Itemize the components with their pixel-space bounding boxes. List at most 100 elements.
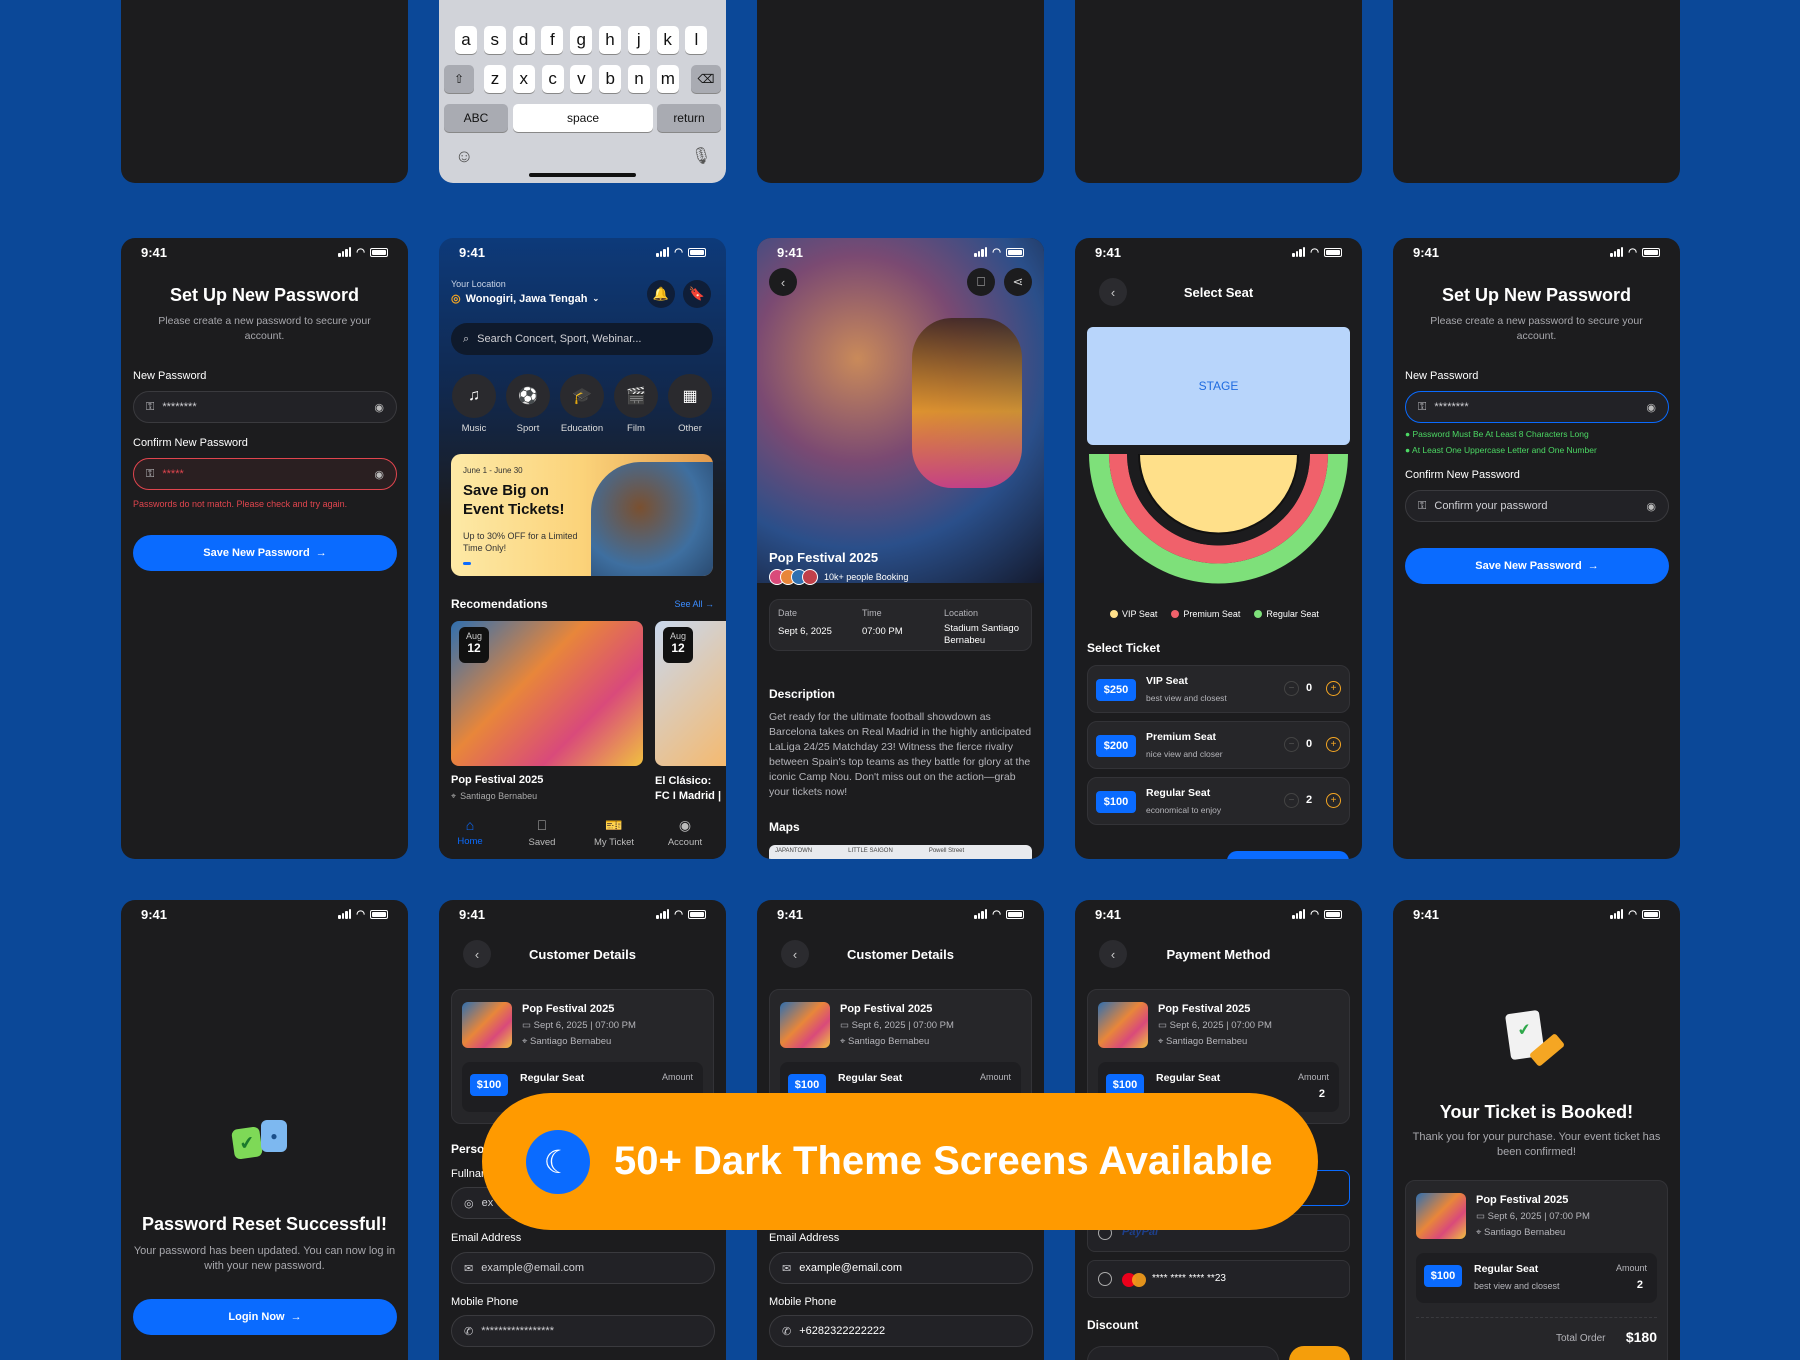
eye-icon[interactable]: ◉ (1646, 500, 1656, 513)
eye-icon[interactable]: ◉ (374, 401, 384, 414)
key-d[interactable]: d (512, 26, 535, 54)
ticket-option[interactable]: $200 Premium Seat nice view and closer −0 + (1087, 721, 1350, 769)
booking-count: 10k+ people Booking (824, 572, 909, 582)
key-m[interactable]: m (656, 65, 679, 93)
password-rule-2-text: At Least One Uppercase Letter and One Nu… (1412, 445, 1597, 455)
key-a[interactable]: a (455, 26, 477, 54)
location-value: Stadium Santiago Bernabeu (944, 623, 1019, 646)
nav-label: Account (667, 837, 703, 848)
map-preview[interactable]: JAPANTOWN LITTLE SAIGON Powell Street (769, 845, 1032, 859)
reset-success-screen: 9:41 ◠ ✔ ● Password Reset Successful! You… (121, 900, 408, 1360)
return-key[interactable]: return (657, 104, 721, 132)
recommendations-title: Recomendations (451, 597, 548, 611)
key-z[interactable]: z (484, 65, 506, 93)
status-bar: 9:41 ◠ (121, 906, 408, 922)
key-k[interactable]: k (656, 26, 679, 54)
nav-account[interactable]: ◉ Account (665, 817, 705, 848)
mail-icon: ✉ (782, 1262, 792, 1275)
location-selector[interactable]: ◎ Wonogiri, Jawa Tengah ⌄ (451, 292, 600, 306)
category-education[interactable]: 🎓 Education (559, 374, 605, 434)
see-all-link[interactable]: See All → (674, 599, 714, 609)
key-n[interactable]: n (628, 65, 650, 93)
confirm-password-field[interactable]: ⚿ ***** ◉ (133, 458, 397, 490)
key-v[interactable]: v (570, 65, 593, 93)
event-detail-screen: 9:41 ◠ ‹ ⎕ ⋖ Pop Festival 2025 10k+ peopl… (757, 238, 1044, 859)
status-time: 9:41 (777, 244, 804, 260)
bookmark-icon[interactable]: 🔖 (683, 280, 711, 308)
ticket-option[interactable]: $100 Regular Seat economical to enjoy −2 + (1087, 777, 1350, 825)
key-f[interactable]: f (541, 26, 564, 54)
space-key[interactable]: space (513, 104, 653, 132)
chevron-down-icon: ⌄ (592, 294, 600, 303)
wifi-icon: ◠ (674, 908, 683, 920)
radio-button[interactable] (1098, 1272, 1112, 1286)
back-button[interactable]: ‹ (769, 268, 797, 296)
nav-my-ticket[interactable]: 🎫 My Ticket (589, 817, 639, 848)
discount-input[interactable] (1087, 1346, 1279, 1360)
continue-button[interactable] (1227, 851, 1349, 859)
eye-icon[interactable]: ◉ (1646, 401, 1656, 414)
category-music[interactable]: ♫ Music (451, 374, 497, 434)
save-password-button[interactable]: Save New Password → (133, 535, 397, 571)
nav-home[interactable]: ⌂ Home (455, 817, 485, 847)
category-other[interactable]: ▦ Other (667, 374, 713, 434)
see-all-label: See All (674, 599, 703, 609)
plus-button[interactable]: + (1326, 793, 1341, 808)
minus-button[interactable]: − (1284, 793, 1299, 808)
event-card-image-2[interactable]: Aug 12 (655, 621, 726, 766)
status-bar: 9:41 ◠ (757, 244, 1044, 260)
share-icon[interactable]: ⋖ (1004, 268, 1032, 296)
bookmark-icon[interactable]: ⎕ (967, 268, 995, 296)
eye-icon[interactable]: ◉ (374, 468, 384, 481)
login-now-button[interactable]: Login Now → (133, 1299, 397, 1335)
key-x[interactable]: x (512, 65, 535, 93)
nav-label: Saved (528, 837, 556, 848)
email-field[interactable]: ✉ example@email.com (769, 1252, 1033, 1284)
select-seat-screen: 9:41 ◠ ‹ Select Seat STAGE VIP Seat Premi… (1075, 238, 1362, 859)
phone-field[interactable]: ✆ +6282322222222 (769, 1315, 1033, 1347)
shift-key[interactable]: ⇧ (444, 65, 474, 93)
email-field[interactable]: ✉ example@email.com (451, 1252, 715, 1284)
key-s[interactable]: s (483, 26, 506, 54)
save-password-button[interactable]: Save New Password → (1405, 548, 1669, 584)
plus-button[interactable]: + (1326, 681, 1341, 696)
order-summary-card: Pop Festival 2025 ▭ Sept 6, 2025 | 07:00… (1405, 1180, 1668, 1360)
apply-discount-button[interactable] (1289, 1346, 1350, 1360)
event-card-image[interactable]: Aug 12 (451, 621, 643, 766)
event-venue: ⌖ Santiago Bernabeu (1158, 1036, 1248, 1047)
key-j[interactable]: j (627, 26, 650, 54)
payment-option-card[interactable]: **** **** **** **23 (1087, 1260, 1350, 1298)
ticket-desc: best view and closest (1146, 693, 1227, 703)
microphone-icon[interactable]: 🎙 (691, 146, 711, 166)
key-l[interactable]: l (685, 26, 708, 54)
event-info-card: Date Sept 6, 2025 Time 07:00 PM Location… (769, 599, 1032, 651)
abc-key[interactable]: ABC (444, 104, 508, 132)
event-thumbnail (1098, 1002, 1148, 1048)
amount-label: Amount (1297, 1072, 1329, 1082)
ticket-option[interactable]: $250 VIP Seat best view and closest −0 + (1087, 665, 1350, 713)
minus-button[interactable]: − (1284, 737, 1299, 752)
bell-icon[interactable]: 🔔 (647, 280, 675, 308)
date-badge-month: Aug (669, 631, 686, 641)
backspace-key[interactable]: ⌫ (691, 65, 721, 93)
category-sport[interactable]: ⚽ Sport (505, 374, 551, 434)
bottom-nav: ⌂ Home ⎕ Saved 🎫 My Ticket ◉ Account (439, 809, 726, 859)
nav-saved[interactable]: ⎕ Saved (527, 817, 557, 848)
category-film[interactable]: 🎬 Film (613, 374, 659, 434)
key-g[interactable]: g (570, 26, 593, 54)
new-password-field[interactable]: ⚿ ******** ◉ (1405, 391, 1669, 423)
minus-button[interactable]: − (1284, 681, 1299, 696)
plus-button[interactable]: + (1326, 737, 1341, 752)
event-venue: ⌖ Santiago Bernabeu (522, 1036, 612, 1047)
promo-banner[interactable]: June 1 - June 30 Save Big on Event Ticke… (451, 454, 713, 576)
key-h[interactable]: h (599, 26, 621, 54)
key-c[interactable]: c (541, 65, 564, 93)
emoji-icon[interactable]: ☺ (455, 146, 473, 167)
user-icon: ◉ (678, 817, 692, 833)
seat-map[interactable] (1087, 454, 1350, 589)
new-password-field[interactable]: ⚿ ******** ◉ (133, 391, 397, 423)
confirm-password-field[interactable]: ⚿ Confirm your password ◉ (1405, 490, 1669, 522)
key-b[interactable]: b (599, 65, 622, 93)
phone-field[interactable]: ✆ ***************** (451, 1315, 715, 1347)
search-input[interactable]: ⌕ Search Concert, Sport, Webinar... (451, 323, 713, 355)
